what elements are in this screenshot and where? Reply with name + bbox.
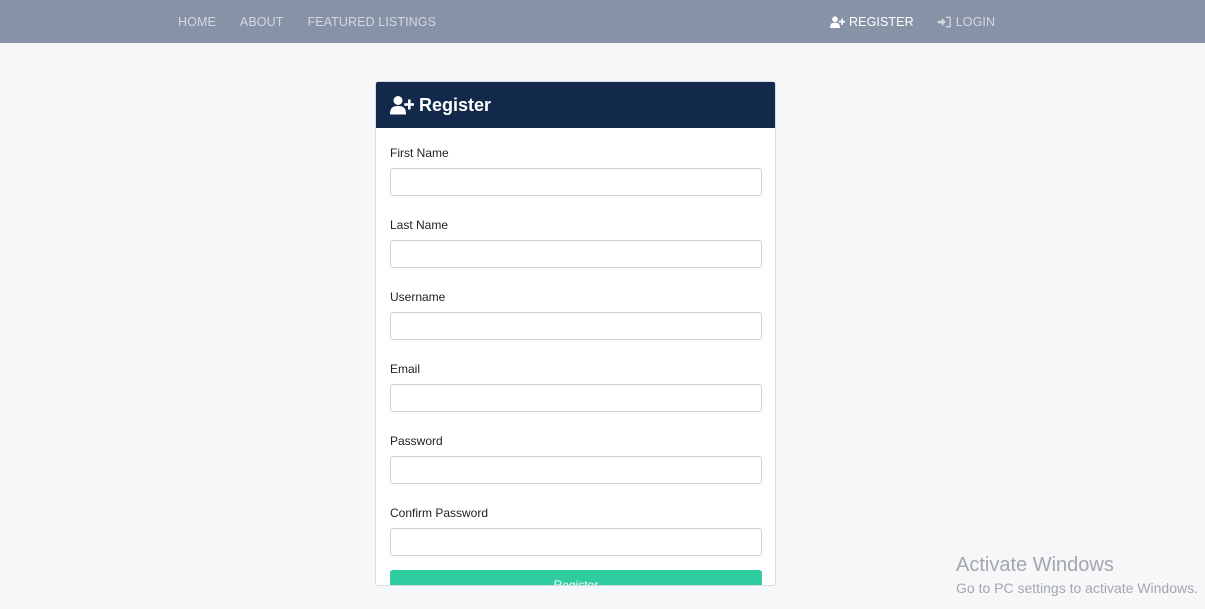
confirm-password-input[interactable] <box>390 528 762 556</box>
user-plus-icon <box>830 15 845 28</box>
last-name-input[interactable] <box>390 240 762 268</box>
confirm-password-group: Confirm Password <box>390 506 762 556</box>
username-input[interactable] <box>390 312 762 340</box>
user-plus-icon <box>390 96 414 115</box>
password-group: Password <box>390 434 762 484</box>
nav-login-label: LOGIN <box>955 14 996 29</box>
last-name-group: Last Name <box>390 218 762 268</box>
email-label: Email <box>390 362 421 376</box>
first-name-group: First Name <box>390 146 762 196</box>
nav-link-about[interactable]: ABOUT <box>240 15 284 29</box>
email-group: Email <box>390 362 762 412</box>
password-label: Password <box>390 434 443 448</box>
password-input[interactable] <box>390 456 762 484</box>
watermark-title: Activate Windows <box>956 554 1114 576</box>
sign-in-icon <box>937 16 951 27</box>
email-input[interactable] <box>390 384 762 412</box>
watermark-subtitle: Go to PC settings to activate Windows. <box>956 580 1198 596</box>
username-group: Username <box>390 290 762 340</box>
confirm-password-label: Confirm Password <box>390 506 489 520</box>
first-name-input[interactable] <box>390 168 762 196</box>
nav-left-links: HOME ABOUT FEATURED LISTINGS <box>178 0 460 43</box>
register-form: First Name Last Name Username Email Pass… <box>376 128 775 585</box>
username-label: Username <box>390 290 446 304</box>
nav-link-register[interactable]: REGISTER <box>830 15 914 29</box>
nav-link-home[interactable]: HOME <box>178 15 216 29</box>
nav-link-login[interactable]: LOGIN <box>937 15 995 29</box>
nav-register-label: REGISTER <box>849 14 914 29</box>
register-card: Register First Name Last Name Username E… <box>375 81 776 586</box>
card-header: Register <box>376 82 775 128</box>
activate-windows-watermark: Activate Windows Go to PC settings to ac… <box>956 553 1198 599</box>
register-submit-button[interactable]: Register <box>390 570 762 585</box>
last-name-label: Last Name <box>390 218 449 232</box>
card-title: Register <box>419 94 492 115</box>
top-navbar: HOME ABOUT FEATURED LISTINGS REGISTER LO… <box>0 0 1205 43</box>
first-name-label: First Name <box>390 146 449 160</box>
nav-link-featured-listings[interactable]: FEATURED LISTINGS <box>307 15 436 29</box>
nav-right-links: REGISTER LOGIN <box>830 0 1018 43</box>
